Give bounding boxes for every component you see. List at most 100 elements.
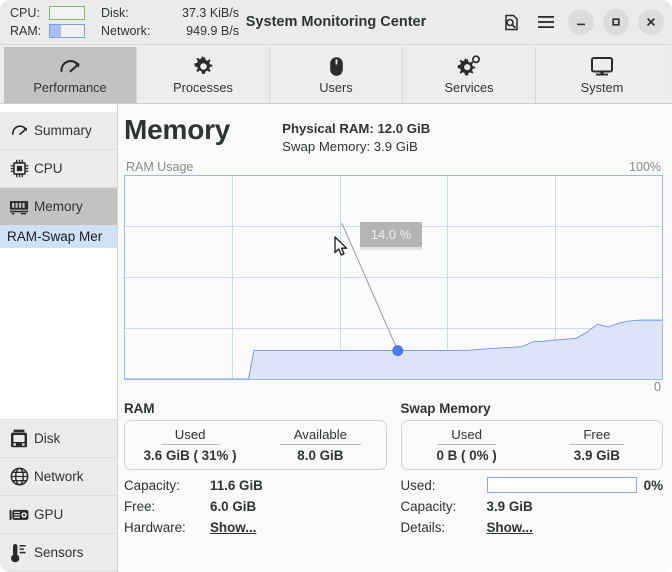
- app-window: CPU: RAM: Disk: 37.3 KiB/s Network: 949.…: [0, 0, 672, 572]
- mini-monitors: CPU: RAM:: [10, 6, 85, 39]
- close-button[interactable]: [638, 9, 664, 35]
- ram-hardware-show-link[interactable]: Show...: [210, 520, 256, 535]
- sidebar-item-gpu[interactable]: GPU: [0, 496, 117, 534]
- sidebar-item-sensors[interactable]: Sensors: [0, 534, 117, 572]
- ram-panel-title: RAM: [124, 400, 155, 416]
- ram-available-value: 8.0 GiB: [297, 447, 344, 463]
- sidebar-item-disk[interactable]: Disk: [0, 420, 117, 458]
- thermometer-icon: [9, 543, 29, 563]
- tab-users[interactable]: Users: [270, 47, 403, 103]
- sidebar-subitems: RAM-Swap Mer: [0, 226, 117, 420]
- io-monitors: Disk: 37.3 KiB/s Network: 949.9 B/s: [101, 6, 239, 39]
- tab-performance-label: Performance: [33, 79, 107, 95]
- sidebar-subitem-ram-swap-memory[interactable]: RAM-Swap Mer: [0, 226, 117, 248]
- swap-detail-rows: Used: 0% Capacity: 3.9 GiB Details: Show…: [401, 470, 664, 538]
- swap-free-value: 3.9 GiB: [573, 447, 620, 463]
- sidebar-item-gpu-label: GPU: [34, 507, 64, 522]
- swap-capacity-value: 3.9 GiB: [486, 498, 533, 514]
- disk-value: 37.3 KiB/s: [182, 6, 239, 20]
- tab-performance[interactable]: Performance: [4, 47, 137, 103]
- hamburger-menu-icon[interactable]: [533, 9, 559, 35]
- sidebar-bottom-group: Disk Network GPU Sensors: [0, 420, 117, 572]
- page-title: Memory: [124, 114, 231, 145]
- swap-free-label: Free: [569, 427, 625, 445]
- sidebar-item-memory-label: Memory: [34, 199, 83, 214]
- sidebar-item-network[interactable]: Network: [0, 458, 117, 496]
- tab-processes-label: Processes: [173, 79, 233, 95]
- cpu-mini-label: CPU:: [10, 6, 40, 20]
- ram-hardware-label: Hardware:: [124, 519, 186, 535]
- chart-tooltip: 14.0 %: [359, 221, 423, 250]
- gears-icon: [457, 55, 481, 77]
- chart-plot-area[interactable]: [124, 174, 663, 380]
- ram-available-label: Available: [279, 427, 362, 445]
- network-speed-row: Network: 949.9 B/s: [101, 24, 239, 39]
- tab-services[interactable]: Services: [403, 47, 536, 103]
- gpu-card-icon: [9, 507, 29, 523]
- disk-speed-row: Disk: 37.3 KiB/s: [101, 6, 239, 21]
- ram-capacity-row: Capacity: 11.6 GiB: [124, 475, 387, 496]
- monitor-icon: [590, 56, 614, 77]
- title-bar: CPU: RAM: Disk: 37.3 KiB/s Network: 949.…: [0, 0, 672, 45]
- main-tab-bar: Performance Processes Users Services Sys…: [0, 45, 672, 104]
- ram-mini-fill: [50, 25, 61, 37]
- sidebar-item-disk-label: Disk: [34, 431, 61, 446]
- maximize-button[interactable]: [603, 9, 629, 35]
- tab-users-label: Users: [319, 79, 353, 95]
- network-label: Network:: [101, 24, 151, 38]
- swap-free-cell: Free 3.9 GiB: [532, 426, 662, 463]
- content-area: Summary CPU Memory RAM-Swap Mer Disk Net…: [0, 104, 672, 572]
- ram-mini-bar: [49, 24, 85, 38]
- chart-ymin-label: 0: [654, 379, 661, 394]
- cpu-mini-bar: [49, 6, 85, 20]
- ram-mini-monitor: RAM:: [10, 24, 85, 39]
- ram-summary-box: Used 3.6 GiB ( 31% ) Available 8.0 GiB: [124, 419, 387, 470]
- ram-stats-panel: RAM Used 3.6 GiB ( 31% ) Available 8.0 G…: [124, 401, 387, 572]
- cpu-mini-monitor: CPU:: [10, 6, 85, 21]
- swap-used-progress-bar: [486, 477, 637, 494]
- swap-used-cell: Used 0 B ( 0% ): [402, 426, 532, 463]
- ram-free-label: Free:: [124, 498, 156, 514]
- memory-stats: RAM Used 3.6 GiB ( 31% ) Available 8.0 G…: [124, 394, 663, 572]
- swap-details-row: Details: Show...: [401, 517, 664, 538]
- network-value: 949.9 B/s: [186, 24, 239, 38]
- swap-used-label: Used: [437, 427, 497, 445]
- ram-used-value: 3.6 GiB ( 31% ): [143, 447, 237, 463]
- gauge-icon: [58, 56, 82, 77]
- document-search-icon[interactable]: [498, 9, 524, 35]
- ram-capacity-label: Capacity:: [124, 477, 180, 493]
- mouse-icon: [329, 56, 344, 77]
- memory-header: Memory Physical RAM: 12.0 GiB Swap Memor…: [124, 104, 663, 158]
- tab-system[interactable]: System: [536, 47, 668, 103]
- disk-label: Disk:: [101, 6, 129, 20]
- sidebar-item-memory[interactable]: Memory: [0, 188, 117, 226]
- ram-stick-icon: [9, 199, 29, 215]
- ram-used-label: Used: [160, 427, 220, 445]
- ram-usage-chart: RAM Usage 100% 0 14.0 %: [124, 160, 663, 394]
- swap-details-label: Details:: [400, 519, 446, 535]
- chart-title: RAM Usage: [126, 159, 194, 174]
- chart-tooltip-leader: [341, 222, 404, 356]
- ram-used-cell: Used 3.6 GiB ( 31% ): [125, 426, 255, 463]
- ram-mini-label: RAM:: [10, 24, 42, 38]
- ram-available-cell: Available 8.0 GiB: [255, 426, 385, 463]
- sidebar-item-cpu-label: CPU: [34, 161, 63, 176]
- sidebar-item-summary[interactable]: Summary: [0, 112, 117, 150]
- sidebar-item-cpu[interactable]: CPU: [0, 150, 117, 188]
- physical-ram-value: Physical RAM: 12.0 GiB: [282, 121, 431, 136]
- sidebar-item-summary-label: Summary: [34, 123, 92, 138]
- swap-memory-value: Swap Memory: 3.9 GiB: [282, 138, 418, 154]
- sidebar: Summary CPU Memory RAM-Swap Mer Disk Net…: [0, 104, 118, 572]
- ram-hardware-row: Hardware: Show...: [124, 517, 387, 538]
- swap-used-progress-row: Used: 0%: [401, 475, 663, 496]
- cpu-chip-icon: [9, 159, 29, 178]
- chart-top-labels: RAM Usage 100%: [124, 160, 663, 175]
- ram-detail-rows: Capacity: 11.6 GiB Free: 6.0 GiB Hardwar…: [124, 470, 387, 538]
- tab-processes[interactable]: Processes: [137, 47, 270, 103]
- ram-capacity-value: 11.6 GiB: [210, 477, 263, 493]
- memory-panel: Memory Physical RAM: 12.0 GiB Swap Memor…: [118, 104, 672, 572]
- globe-icon: [9, 467, 29, 486]
- minimize-button[interactable]: [568, 9, 594, 35]
- gauge-icon: [9, 123, 29, 138]
- swap-details-show-link[interactable]: Show...: [487, 520, 533, 535]
